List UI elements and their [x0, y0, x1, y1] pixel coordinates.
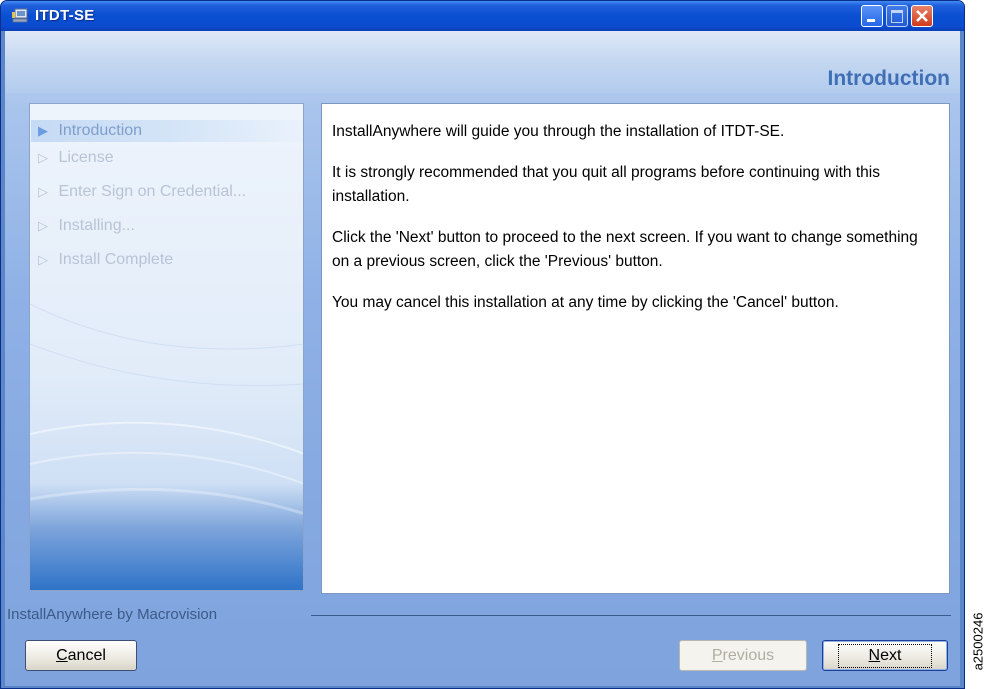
window-title: ITDT-SE	[35, 7, 95, 24]
cancel-button[interactable]: Cancel	[25, 640, 137, 671]
maximize-icon[interactable]	[886, 5, 908, 27]
minimize-icon[interactable]	[861, 5, 883, 27]
step-title: Introduction	[827, 67, 950, 90]
close-icon[interactable]	[911, 5, 933, 27]
intro-paragraph: It is strongly recommended that you quit…	[332, 164, 880, 205]
step-arrow-icon: ▶	[38, 123, 48, 138]
intro-paragraph: InstallAnywhere will guide you through t…	[332, 123, 785, 140]
step-installing: ▷ Installing...	[38, 217, 135, 234]
intro-paragraph: You may cancel this installation at any …	[332, 294, 839, 311]
header-band: Introduction	[5, 31, 960, 93]
steps-sidebar: ▶ Introduction ▷ License ▷ Enter Sign on…	[29, 103, 304, 591]
step-enter-sign-on-credentials: ▷ Enter Sign on Credential...	[38, 183, 247, 200]
step-arrow-icon: ▷	[38, 252, 48, 267]
step-arrow-icon: ▷	[38, 218, 48, 233]
next-button[interactable]: Next	[822, 640, 948, 671]
step-introduction: ▶ Introduction	[38, 122, 143, 139]
introduction-text-panel: InstallAnywhere will guide you through t…	[321, 103, 950, 594]
title-bar[interactable]: ITDT-SE	[1, 1, 964, 31]
installer-app-icon	[12, 8, 28, 23]
installer-window: ITDT-SE Introduction ▶ Introduction ▷ Li…	[0, 0, 965, 689]
sidebar-swoosh	[30, 303, 303, 515]
footer-divider	[311, 615, 951, 616]
step-arrow-icon: ▷	[38, 150, 48, 165]
previous-button[interactable]: Previous	[679, 640, 807, 671]
installer-content: Introduction ▶ Introduction ▷ License ▷	[5, 31, 960, 686]
step-license: ▷ License	[38, 149, 114, 166]
intro-paragraph: Click the 'Next' button to proceed to th…	[332, 229, 918, 270]
vendor-label: InstallAnywhere by Macrovision	[7, 606, 218, 623]
step-install-complete: ▷ Install Complete	[38, 251, 174, 268]
step-arrow-icon: ▷	[38, 184, 48, 199]
figure-code: a2500246	[970, 612, 986, 671]
